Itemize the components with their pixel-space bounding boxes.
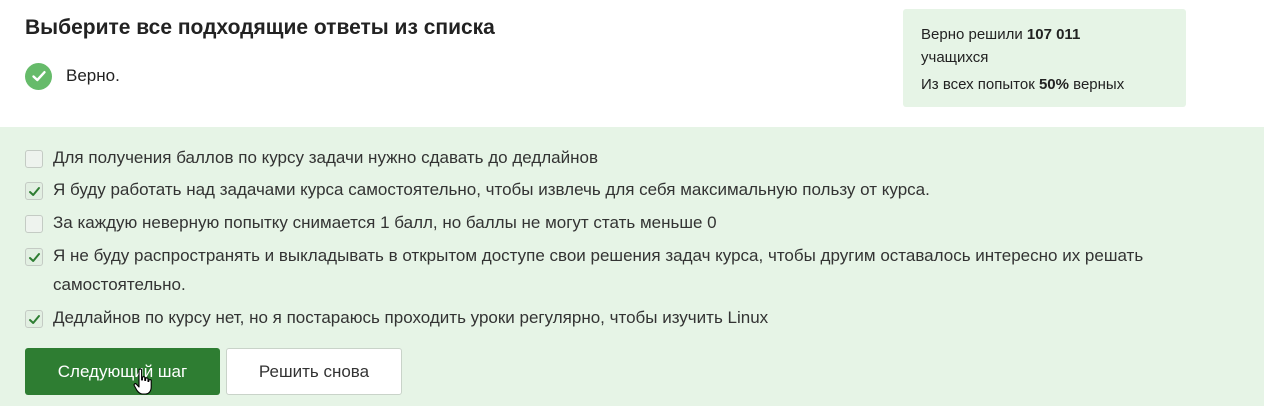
- option-label[interactable]: Я буду работать над задачами курса самос…: [53, 175, 1213, 204]
- options-panel: Для получения баллов по курсу задачи нуж…: [0, 127, 1264, 406]
- option-label[interactable]: Я не буду распространять и выкладывать в…: [53, 241, 1213, 299]
- task-header: Выберите все подходящие ответы из списка…: [0, 0, 1264, 127]
- retry-label: Решить снова: [258, 361, 370, 381]
- option-item[interactable]: Я не буду распространять и выкладывать в…: [25, 246, 1213, 299]
- retry-button[interactable]: Решить снова: [226, 348, 402, 395]
- attempts-prefix: Из всех попыток: [921, 76, 1039, 93]
- task-title: Выберите все подходящие ответы из списка: [25, 16, 495, 39]
- checkmark-icon: [28, 252, 40, 262]
- solved-count: 107 011: [1026, 26, 1081, 43]
- option-item[interactable]: Дедлайнов по курсу нет, но я постараюсь …: [25, 308, 1213, 332]
- solved-prefix: Верно решили: [921, 26, 1027, 43]
- next-step-button[interactable]: Следующий шаг: [25, 348, 220, 395]
- hand-cursor-icon: [133, 368, 152, 395]
- option-label[interactable]: Для получения баллов по курсу задачи нуж…: [53, 143, 1213, 172]
- solved-suffix: учащихся: [921, 49, 989, 66]
- checkbox[interactable]: [25, 182, 43, 200]
- check-circle-icon: [25, 62, 52, 90]
- solved-stat: Верно решили 107 011 учащихся: [921, 23, 1121, 69]
- option-item[interactable]: Для получения баллов по курсу задачи нуж…: [25, 148, 1213, 172]
- attempts-percent: 50%: [1038, 76, 1069, 93]
- attempts-stat: Из всех попыток 50% верных: [921, 73, 1168, 96]
- option-label[interactable]: За каждую неверную попытку снимается 1 б…: [53, 208, 1213, 237]
- option-item[interactable]: Я буду работать над задачами курса самос…: [25, 180, 1213, 204]
- checkbox[interactable]: [25, 310, 43, 328]
- checkmark-icon: [28, 186, 40, 196]
- checkbox[interactable]: [25, 248, 43, 266]
- action-buttons: Следующий шаг Решить снова: [25, 348, 402, 395]
- checkbox[interactable]: [25, 215, 43, 233]
- checkmark-icon: [28, 314, 40, 324]
- attempts-suffix: верных: [1068, 76, 1125, 93]
- verdict-text: Верно.: [66, 66, 120, 85]
- next-step-label: Следующий шаг: [57, 361, 188, 381]
- option-label[interactable]: Дедлайнов по курсу нет, но я постараюсь …: [53, 303, 1213, 332]
- option-item[interactable]: За каждую неверную попытку снимается 1 б…: [25, 213, 1213, 237]
- verdict: Верно.: [25, 62, 120, 90]
- checkbox[interactable]: [25, 150, 43, 168]
- stats-panel: Верно решили 107 011 учащихся Из всех по…: [903, 9, 1186, 107]
